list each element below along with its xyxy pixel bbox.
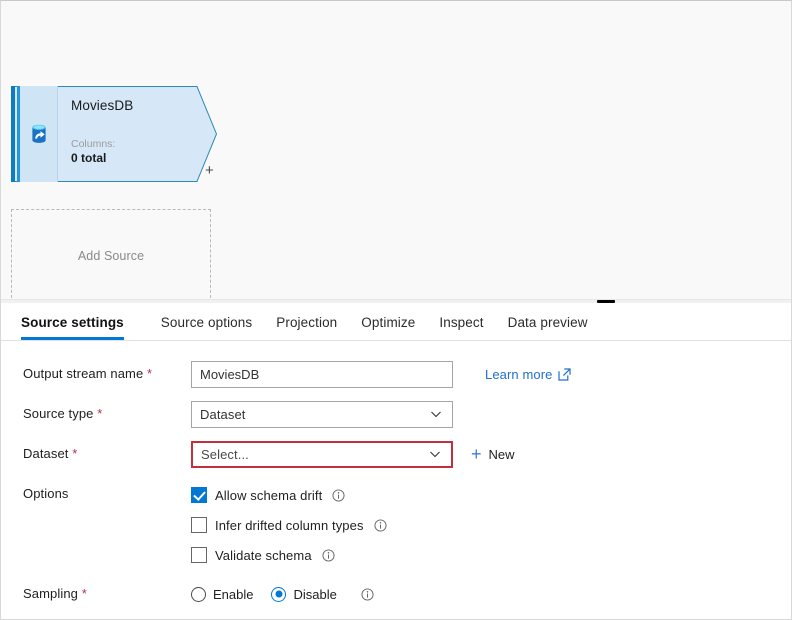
settings-panel: Source settings Source options Projectio… xyxy=(1,303,792,620)
control-dataset: Select... xyxy=(191,441,453,468)
sampling-enable-option[interactable]: Enable xyxy=(191,587,253,602)
node-icon-zone xyxy=(20,86,58,182)
label-options-text: Options xyxy=(23,486,69,501)
info-icon[interactable] xyxy=(322,549,335,562)
external-link-icon xyxy=(558,368,571,381)
label-dataset-text: Dataset xyxy=(23,446,69,461)
infer-drifted-column-types-label: Infer drifted column types xyxy=(215,518,364,533)
plus-icon: + xyxy=(471,447,482,461)
sampling-disable-label: Disable xyxy=(293,587,336,602)
required-marker: * xyxy=(72,446,77,461)
option-validate-schema[interactable]: Validate schema xyxy=(191,540,387,570)
label-dataset: Dataset * xyxy=(1,440,191,468)
label-sampling-text: Sampling xyxy=(23,586,78,601)
dataset-value: Select... xyxy=(201,447,429,462)
label-options: Options xyxy=(1,480,191,508)
tab-source-settings[interactable]: Source settings xyxy=(21,315,136,340)
chevron-down-icon xyxy=(429,448,441,460)
sampling-enable-radio[interactable] xyxy=(191,587,206,602)
label-source-type-text: Source type xyxy=(23,406,93,421)
allow-schema-drift-label: Allow schema drift xyxy=(215,488,322,503)
node-accent-bar-outer xyxy=(11,86,15,182)
settings-tabs: Source settings Source options Projectio… xyxy=(1,303,792,341)
infer-drifted-column-types-checkbox[interactable] xyxy=(191,517,207,533)
tab-optimize[interactable]: Optimize xyxy=(349,315,427,340)
node-add-connector-button[interactable]: + xyxy=(205,163,214,178)
new-dataset-label: New xyxy=(489,447,515,462)
add-source-label: Add Source xyxy=(78,249,144,263)
allow-schema-drift-checkbox[interactable] xyxy=(191,487,207,503)
learn-more-link[interactable]: Learn more xyxy=(485,367,571,382)
required-marker: * xyxy=(147,366,152,381)
node-columns-label: Columns: xyxy=(71,138,115,151)
row-options: Options Allow schema drift xyxy=(1,480,792,570)
source-node-moviesdb[interactable]: MoviesDB Columns: 0 total xyxy=(11,86,221,182)
row-output-stream-name: Output stream name * Learn more xyxy=(1,360,792,388)
info-icon[interactable] xyxy=(332,489,345,502)
validate-schema-label: Validate schema xyxy=(215,548,312,563)
source-settings-form: Output stream name * Learn more xyxy=(1,341,792,608)
required-marker: * xyxy=(97,406,102,421)
node-columns-value: 0 total xyxy=(71,151,106,166)
data-flow-canvas[interactable]: MoviesDB Columns: 0 total + Add Source xyxy=(1,1,792,299)
label-output-stream-name: Output stream name * xyxy=(1,360,191,388)
add-source-placeholder[interactable]: Add Source xyxy=(11,209,211,299)
info-icon[interactable] xyxy=(361,588,374,601)
control-source-type: Dataset xyxy=(191,401,453,428)
option-allow-schema-drift[interactable]: Allow schema drift xyxy=(191,480,387,510)
database-source-icon xyxy=(27,122,51,146)
tab-inspect[interactable]: Inspect xyxy=(427,315,495,340)
new-dataset-button[interactable]: + New xyxy=(471,447,515,462)
sampling-disable-radio[interactable] xyxy=(271,587,286,602)
node-title: MoviesDB xyxy=(71,98,221,114)
source-type-dropdown[interactable]: Dataset xyxy=(191,401,453,428)
tab-source-options[interactable]: Source options xyxy=(149,315,264,340)
option-infer-drifted-column-types[interactable]: Infer drifted column types xyxy=(191,510,387,540)
row-dataset: Dataset * Select... + New xyxy=(1,440,792,468)
node-text-body: MoviesDB Columns: 0 total xyxy=(59,86,221,182)
row-sampling: Sampling * Enable Disable xyxy=(1,580,792,608)
source-type-value: Dataset xyxy=(200,407,430,422)
control-output-stream-name xyxy=(191,361,453,388)
row-source-type: Source type * Dataset xyxy=(1,400,792,428)
label-sampling: Sampling * xyxy=(1,580,191,608)
tab-projection[interactable]: Projection xyxy=(264,315,349,340)
sampling-enable-label: Enable xyxy=(213,587,253,602)
learn-more-label: Learn more xyxy=(485,367,552,382)
info-icon[interactable] xyxy=(374,519,387,532)
tab-data-preview[interactable]: Data preview xyxy=(496,315,600,340)
chevron-down-icon xyxy=(430,408,442,420)
sampling-radio-group: Enable Disable xyxy=(191,587,374,602)
label-source-type: Source type * xyxy=(1,400,191,428)
dataset-dropdown[interactable]: Select... xyxy=(191,441,453,468)
sampling-disable-option[interactable]: Disable xyxy=(271,587,336,602)
output-stream-name-input[interactable] xyxy=(191,361,453,388)
required-marker: * xyxy=(82,586,87,601)
data-flow-source-editor: MoviesDB Columns: 0 total + Add Source S… xyxy=(0,0,792,620)
validate-schema-checkbox[interactable] xyxy=(191,547,207,563)
options-group: Allow schema drift Infer drifted column … xyxy=(191,480,387,570)
label-output-stream-name-text: Output stream name xyxy=(23,366,143,381)
